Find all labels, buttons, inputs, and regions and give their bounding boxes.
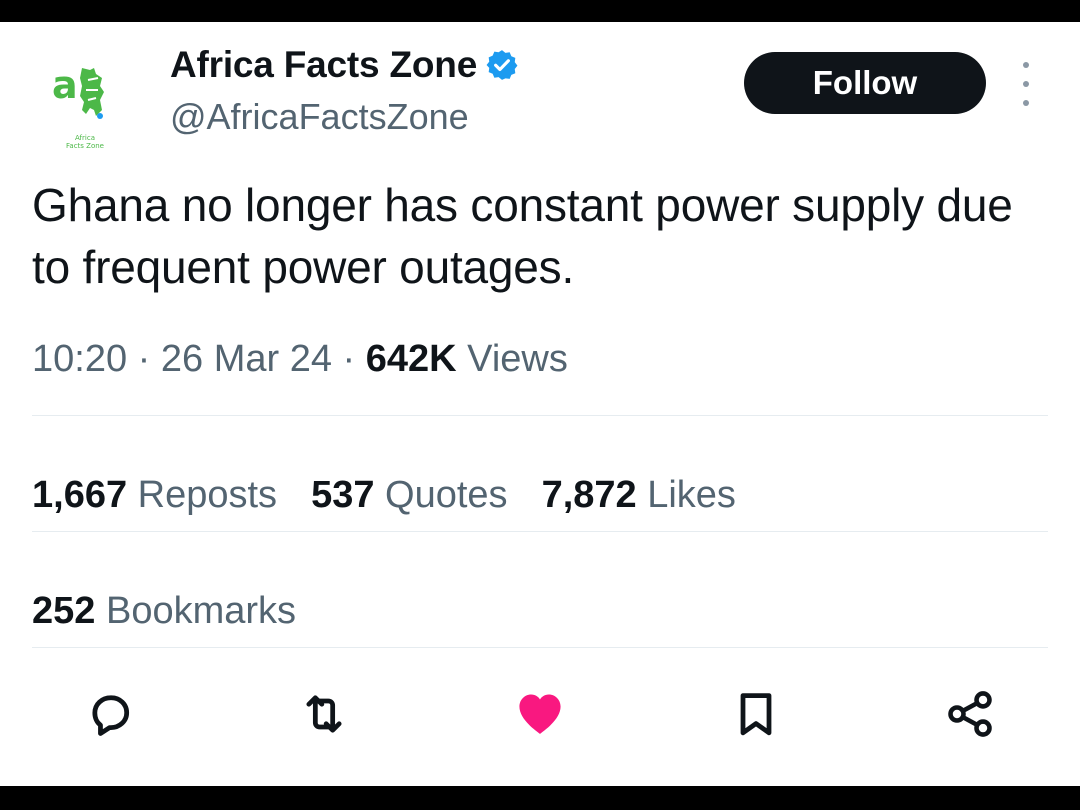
share-button[interactable] [940,684,1000,744]
svg-text:Africa: Africa [75,134,95,142]
account-name[interactable]: Africa Facts Zone [170,44,477,86]
verified-badge-icon [486,50,518,80]
more-dot [1023,100,1029,106]
svg-text:a: a [52,63,78,107]
meta-separator: · [331,338,366,380]
tweet-meta: 10:20 · 26 Mar 24 · 642K Views [32,338,568,381]
more-dot [1023,81,1029,87]
quotes-count: 537 [311,474,375,516]
tweet-time[interactable]: 10:20 [32,338,127,380]
tweet-text: Ghana no longer has constant power suppl… [32,179,1013,293]
likes-count: 7,872 [541,474,637,516]
divider [32,415,1048,416]
like-heart-icon [519,694,561,734]
engagement-stats: 1,667 Reposts 537 Quotes 7,872 Likes [32,474,770,517]
views-count: 642K [365,338,457,380]
share-icon [948,691,992,737]
divider [32,647,1048,648]
tweet-card: a Africa Facts Zone Africa Facts Zone @A… [0,22,1080,786]
action-bar [0,684,1080,744]
views-label: Views [467,338,568,380]
africa-facts-zone-logo-icon: a Africa Facts Zone [52,63,104,150]
avatar[interactable]: a Africa Facts Zone [30,50,140,160]
tweet-header: a Africa Facts Zone Africa Facts Zone @A… [0,22,1080,172]
bookmarks-count: 252 [32,590,96,632]
more-vertical-icon[interactable] [1012,62,1040,106]
svg-text:Facts Zone: Facts Zone [66,142,104,150]
likes-stat[interactable]: 7,872 Likes [542,474,736,517]
quotes-label: Quotes [385,474,508,516]
account-handle[interactable]: @AfricaFactsZone [170,96,469,138]
bookmark-icon [740,693,772,736]
reposts-count: 1,667 [32,474,128,516]
quotes-stat[interactable]: 537 Quotes [311,474,508,517]
reply-icon [92,695,130,736]
repost-button[interactable] [294,684,354,744]
like-button[interactable] [510,684,570,744]
likes-label: Likes [647,474,736,516]
screen-frame: a Africa Facts Zone Africa Facts Zone @A… [0,0,1080,810]
repost-icon [306,695,342,733]
bookmarks-label: Bookmarks [105,590,297,632]
follow-button[interactable]: Follow [744,52,986,114]
divider [32,531,1048,532]
bookmarks-stat[interactable]: 252 Bookmarks [32,590,296,633]
tweet-date[interactable]: 26 Mar 24 [161,338,332,380]
reply-button[interactable] [80,684,140,744]
bookmark-button[interactable] [726,684,786,744]
more-dot [1023,62,1029,68]
reposts-stat[interactable]: 1,667 Reposts [32,474,277,517]
account-name-row: Africa Facts Zone [170,44,519,86]
meta-separator: · [127,338,161,380]
reposts-label: Reposts [137,474,278,516]
